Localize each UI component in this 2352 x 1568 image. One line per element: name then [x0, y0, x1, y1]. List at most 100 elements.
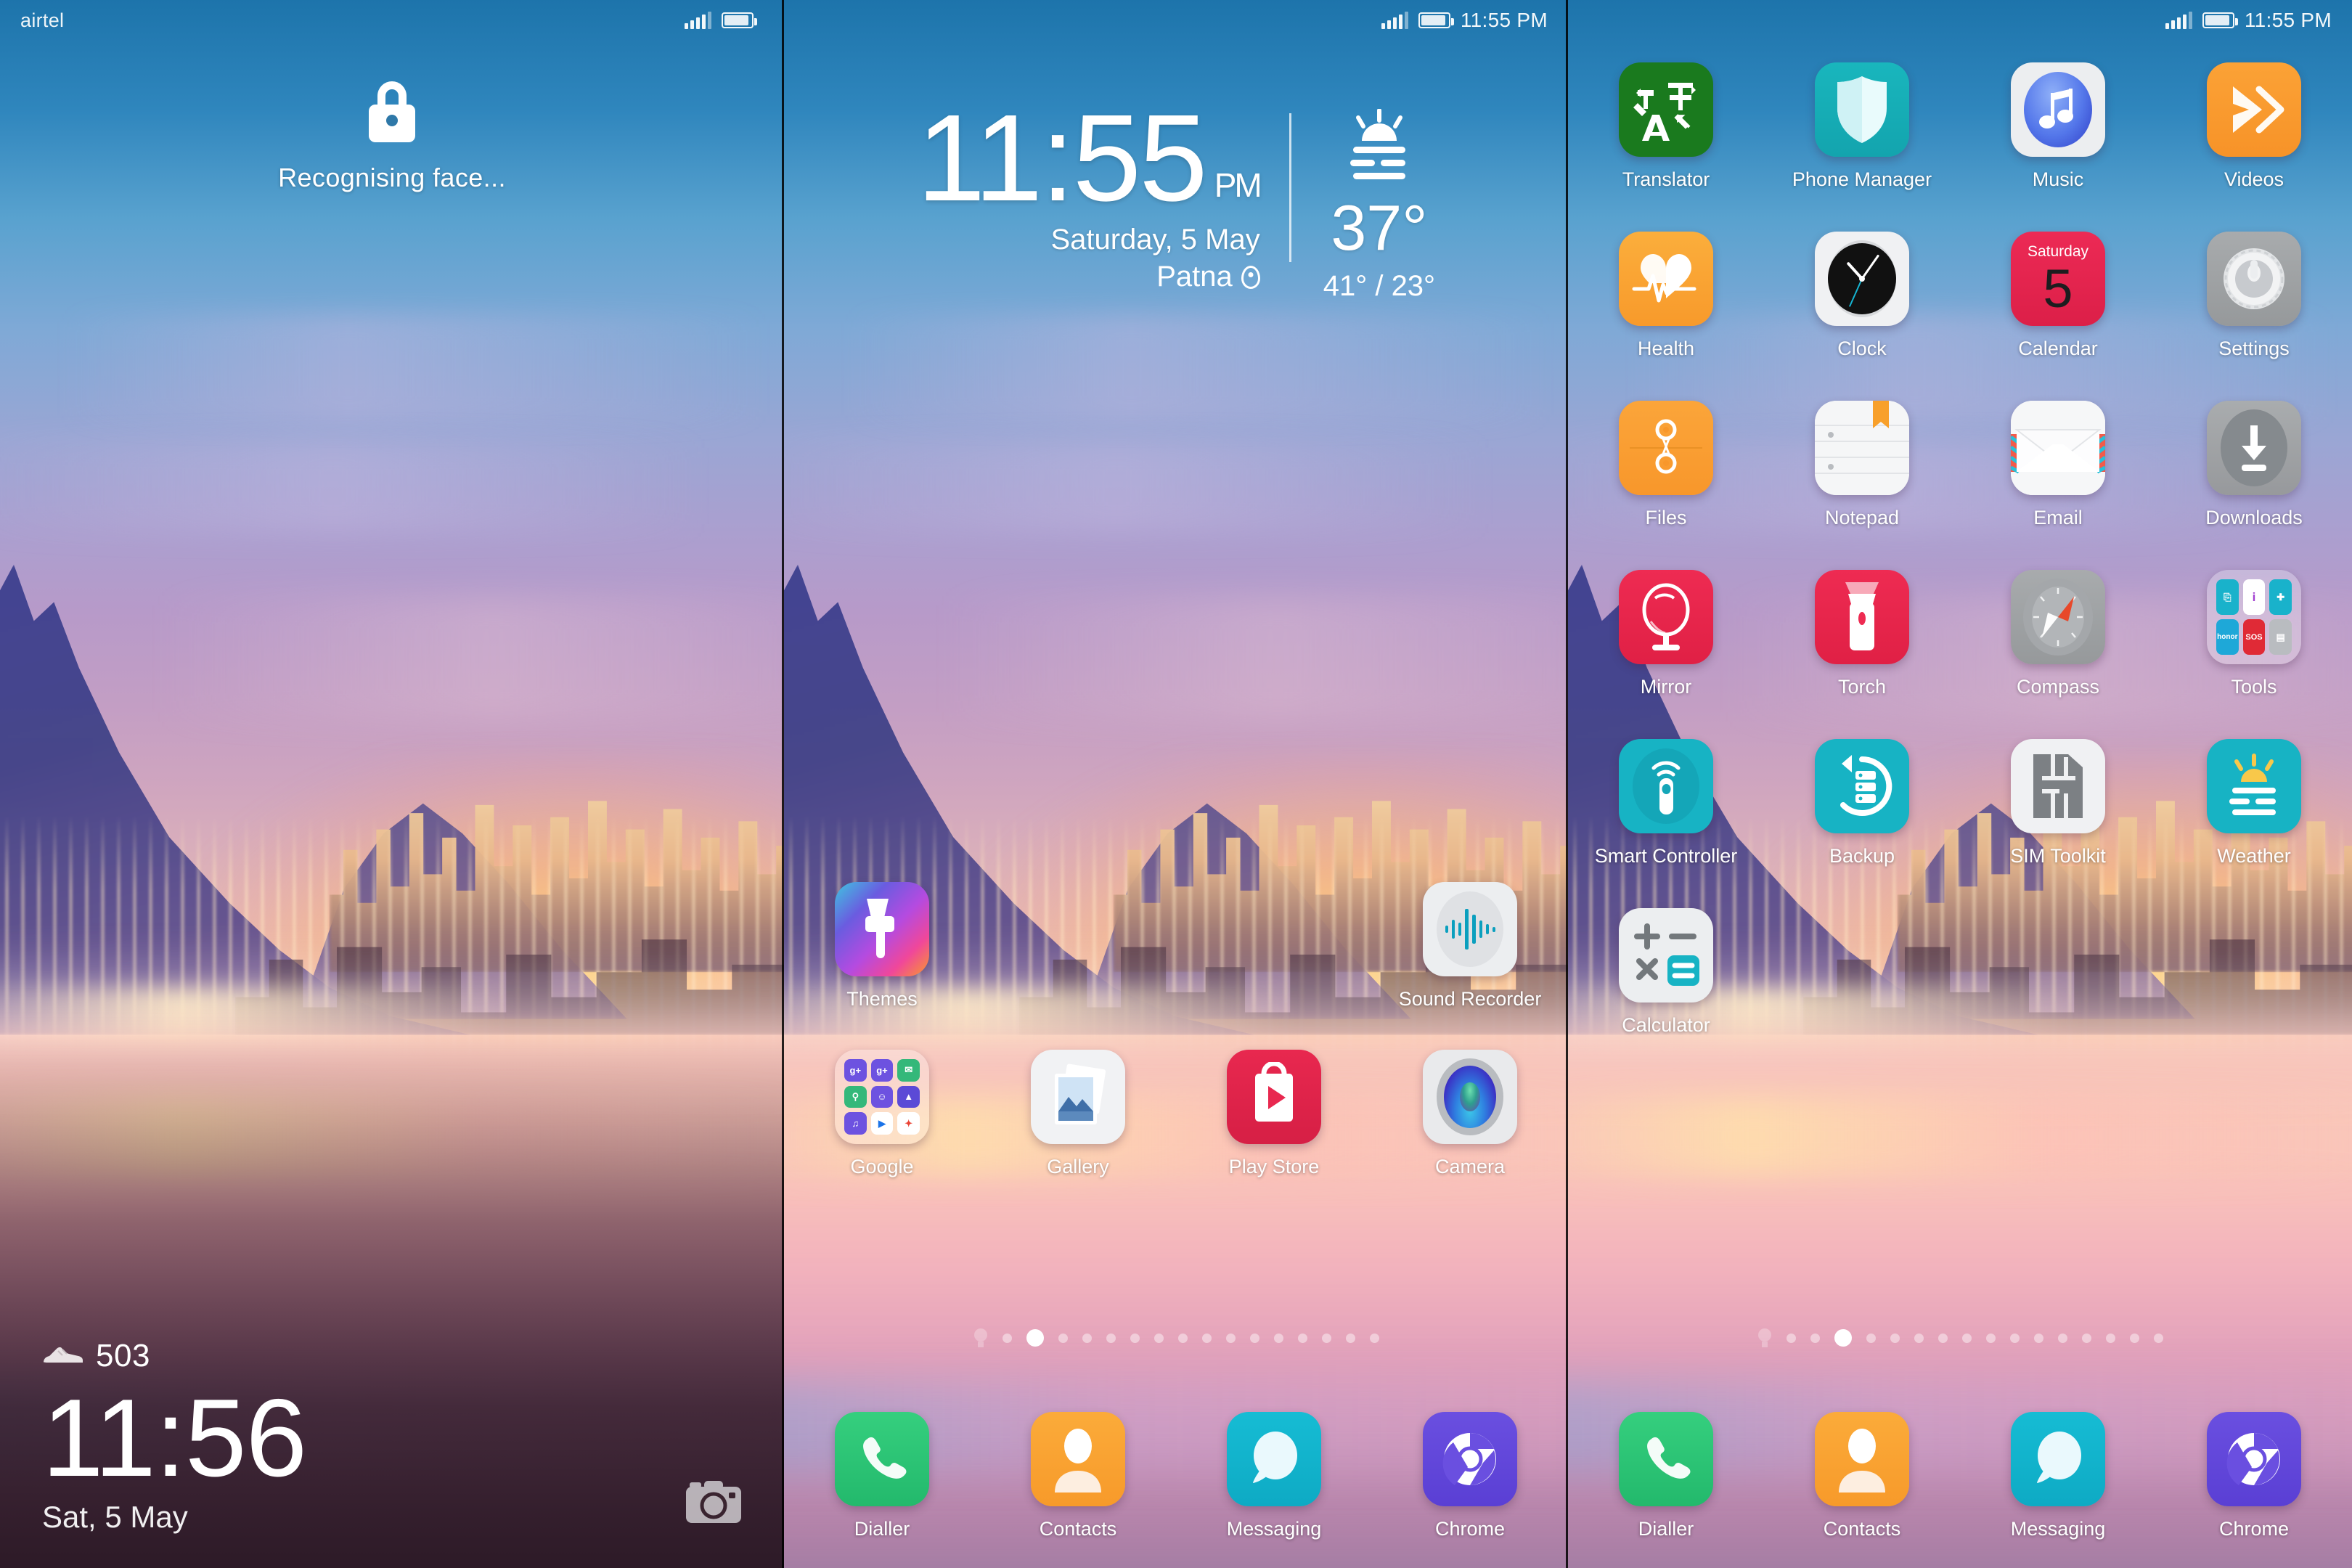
widget-temp-range: 41° / 23°	[1323, 270, 1436, 302]
app-label: Smart Controller	[1594, 845, 1738, 867]
app-google-folder[interactable]: g+ g+ ✉ ⚲ ☺ ▲ ♫ ▶ ✦ Google	[784, 1050, 980, 1178]
app-music[interactable]: Music	[1960, 62, 2156, 191]
app-label: Torch	[1837, 676, 1887, 698]
app-row: Themes Sound Recorder	[784, 882, 1568, 1010]
widget-date: Saturday, 5 May	[1050, 224, 1260, 256]
app-clock[interactable]: Clock	[1764, 232, 1960, 360]
folder-app-hicare: ✚	[2269, 579, 2292, 615]
folder-app-phone-clone: ⎘	[2216, 579, 2239, 615]
app-label: Music	[2032, 168, 2084, 190]
app-settings[interactable]: Settings	[2156, 232, 2352, 360]
app-smart-controller[interactable]: Smart Controller	[1568, 739, 1764, 867]
compass-icon	[2011, 570, 2105, 664]
notepad-icon	[1815, 401, 1909, 495]
clock-weather-widget[interactable]: 11:55 PM Saturday, 5 May Patna 37° 41° /…	[784, 97, 1568, 303]
app-sound-recorder[interactable]: Sound Recorder	[1372, 882, 1568, 1010]
dock-item-contacts[interactable]: Contacts	[1764, 1412, 1960, 1540]
app-compass[interactable]: Compass	[1960, 570, 2156, 698]
app-torch[interactable]: Torch	[1764, 570, 1960, 698]
calculator-icon	[1619, 908, 1713, 1003]
music-note-icon	[2011, 62, 2105, 157]
app-notepad[interactable]: Notepad	[1764, 401, 1960, 529]
lock-status-message: Recognising face...	[278, 163, 506, 192]
dock-item-messaging[interactable]: Messaging	[1960, 1412, 2156, 1540]
app-label: Chrome	[1434, 1518, 1506, 1540]
lock-icon	[369, 81, 415, 142]
battery-icon	[722, 12, 757, 28]
page-indicator[interactable]	[1568, 1328, 2352, 1347]
app-label: Messaging	[1226, 1518, 1322, 1540]
app-label: Translator	[1622, 168, 1710, 190]
translator-icon	[1619, 62, 1713, 157]
mirror-icon	[1619, 570, 1713, 664]
tools-folder-icon: ⎘ i ✚ honor SOS ▤	[2207, 570, 2301, 664]
dock-item-chrome[interactable]: Chrome	[2156, 1412, 2352, 1540]
download-arrow-icon	[2207, 401, 2301, 495]
app-mirror[interactable]: Mirror	[1568, 570, 1764, 698]
app-label: Messaging	[2010, 1518, 2106, 1540]
status-bar: airtel	[0, 0, 784, 41]
bulb-icon[interactable]	[1757, 1328, 1772, 1347]
app-weather[interactable]: Weather	[2156, 739, 2352, 867]
lock-screen-panel: airtel Recognising face... 503 11:56 Sat…	[0, 0, 784, 1568]
widget-location: Patna	[1156, 261, 1233, 293]
dock: Dialler Contacts Messaging Chrome	[784, 1412, 1568, 1540]
app-row: Translator Phone Manager Music Videos	[1568, 62, 2352, 191]
app-health[interactable]: Health	[1568, 232, 1764, 360]
analog-clock-icon	[1815, 232, 1909, 326]
carrier-label: airtel	[20, 9, 65, 31]
app-downloads[interactable]: Downloads	[2156, 401, 2352, 529]
step-count-value: 503	[96, 1338, 150, 1374]
haze-sunrise-icon	[2207, 739, 2301, 833]
google-folder-icon: g+ g+ ✉ ⚲ ☺ ▲ ♫ ▶ ✦	[835, 1050, 929, 1144]
bulb-icon[interactable]	[973, 1328, 988, 1347]
dock-item-dialler[interactable]: Dialler	[1568, 1412, 1764, 1540]
app-gallery[interactable]: Gallery	[980, 1050, 1176, 1178]
calendar-icon: Saturday 5	[2011, 232, 2105, 326]
app-sim-toolkit[interactable]: SIM Toolkit	[1960, 739, 2156, 867]
calendar-date: 5	[2043, 258, 2073, 319]
app-row: g+ g+ ✉ ⚲ ☺ ▲ ♫ ▶ ✦ Google Gallery Play …	[784, 1050, 1568, 1178]
app-videos[interactable]: Videos	[2156, 62, 2352, 191]
app-calculator[interactable]: Calculator	[1568, 908, 1764, 1037]
themes-icon	[835, 882, 929, 976]
message-bubble-icon	[2011, 1412, 2105, 1506]
app-themes[interactable]: Themes	[784, 882, 980, 1010]
app-calendar[interactable]: Saturday 5 Calendar	[1960, 232, 2156, 360]
files-icon	[1619, 401, 1713, 495]
gallery-icon	[1031, 1050, 1125, 1144]
page-indicator[interactable]	[784, 1328, 1568, 1347]
app-translator[interactable]: Translator	[1568, 62, 1764, 191]
sim-card-icon	[2011, 739, 2105, 833]
app-label: Chrome	[2218, 1518, 2290, 1540]
dock-item-messaging[interactable]: Messaging	[1176, 1412, 1372, 1540]
app-phone-manager[interactable]: Phone Manager	[1764, 62, 1960, 191]
app-label: Gallery	[1047, 1156, 1109, 1177]
app-row: Mirror Torch Compass ⎘ i ✚ honor SOS ▤ T…	[1568, 570, 2352, 698]
camera-icon	[1423, 1050, 1517, 1144]
app-files[interactable]: Files	[1568, 401, 1764, 529]
home-screen-panel-1: 11:55 PM 11:55 PM Saturday, 5 May Patna	[784, 0, 1568, 1568]
app-backup[interactable]: Backup	[1764, 739, 1960, 867]
flashlight-icon	[1815, 570, 1909, 664]
app-camera[interactable]: Camera	[1372, 1050, 1568, 1178]
contacts-icon	[1031, 1412, 1125, 1506]
app-row: Calculator	[1568, 908, 2352, 1037]
app-label: Play Store	[1228, 1156, 1320, 1177]
status-bar: 11:55 PM	[784, 0, 1568, 41]
app-email[interactable]: Email	[1960, 401, 2156, 529]
dock-item-contacts[interactable]: Contacts	[980, 1412, 1176, 1540]
app-label: Sound Recorder	[1398, 988, 1542, 1010]
app-tools-folder[interactable]: ⎘ i ✚ honor SOS ▤ Tools	[2156, 570, 2352, 698]
camera-icon[interactable]	[684, 1478, 743, 1526]
status-bar-time: 11:55 PM	[1460, 9, 1548, 31]
app-label: Health	[1637, 338, 1695, 359]
app-play-store[interactable]: Play Store	[1176, 1050, 1372, 1178]
home-screen-panel-2: 11:55 PM Translator Phone Manager Music …	[1568, 0, 2352, 1568]
app-label: Email	[2033, 507, 2083, 528]
envelope-icon	[2011, 401, 2105, 495]
video-play-icon	[2207, 62, 2301, 157]
contacts-icon	[1815, 1412, 1909, 1506]
dock-item-dialler[interactable]: Dialler	[784, 1412, 980, 1540]
dock-item-chrome[interactable]: Chrome	[1372, 1412, 1568, 1540]
